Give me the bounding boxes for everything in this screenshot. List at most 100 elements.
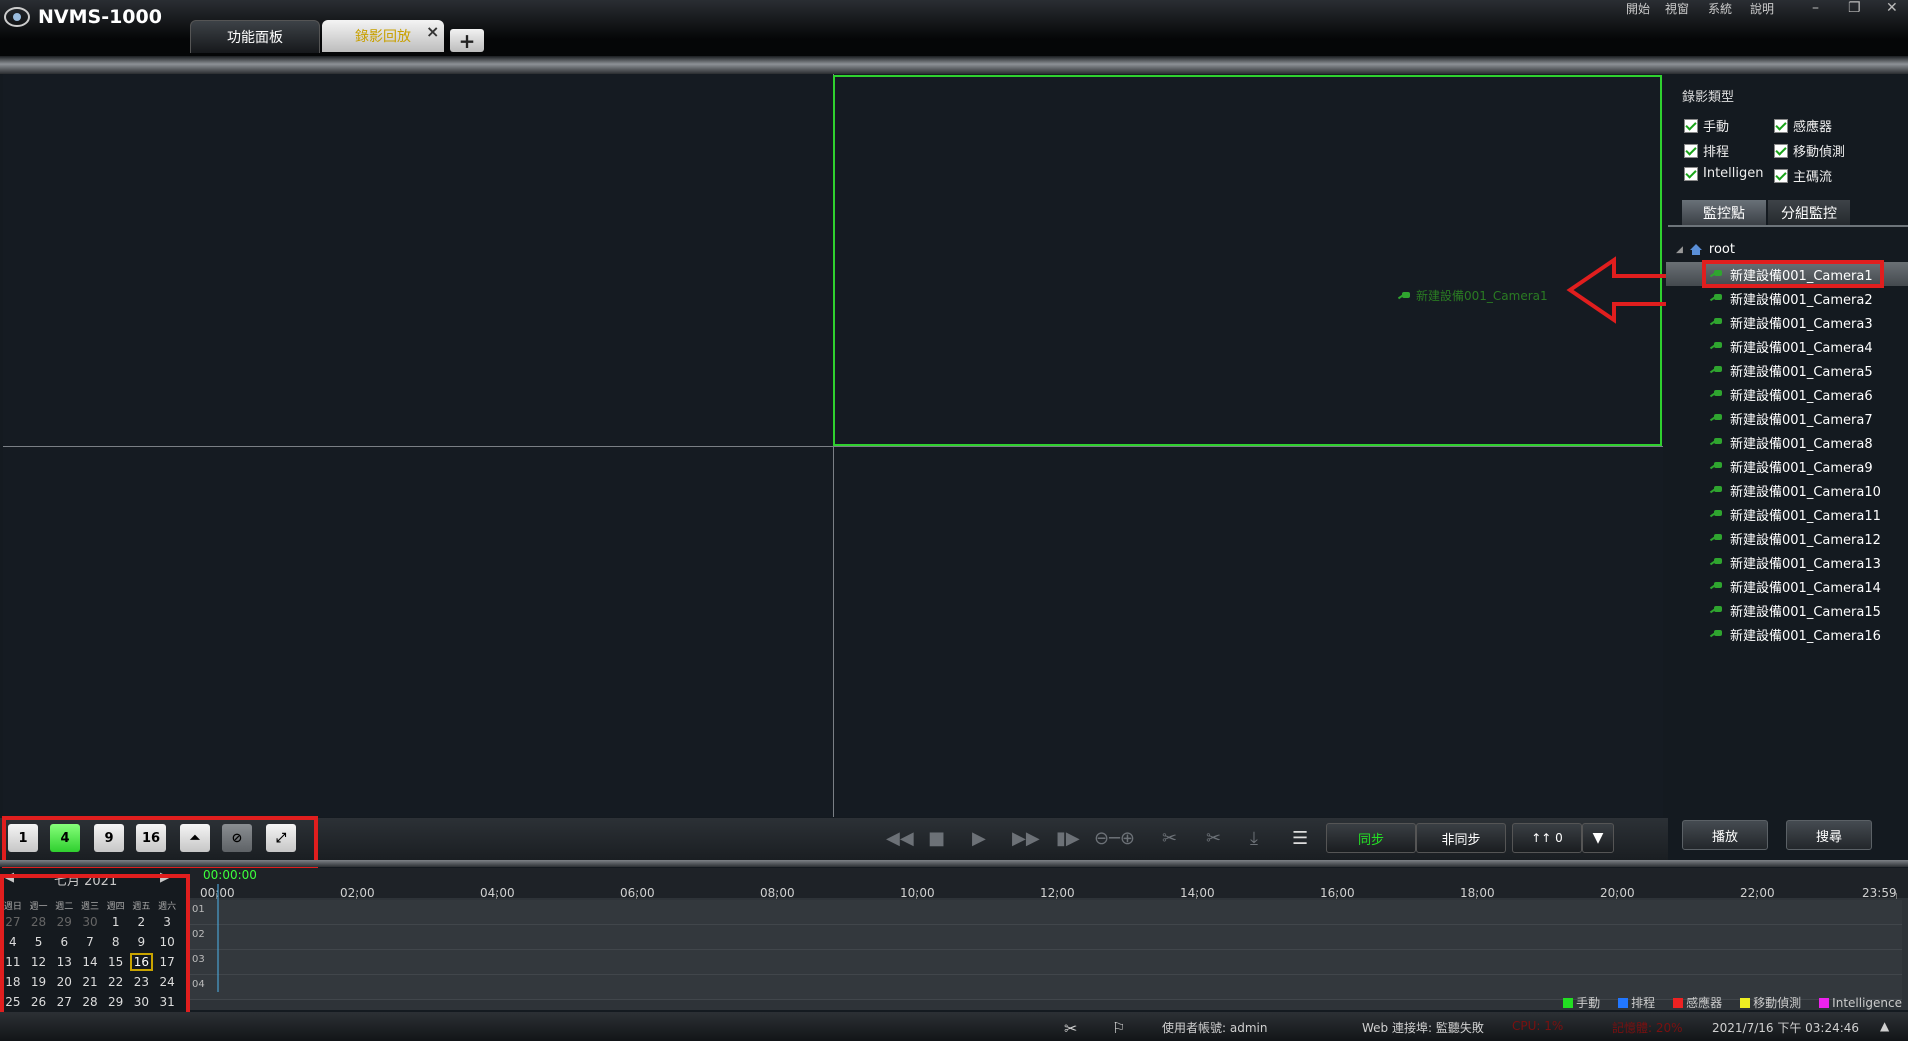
- chevron-down-icon[interactable]: ▼: [1582, 823, 1614, 853]
- camera-icon: [1710, 605, 1722, 615]
- camera-list-item[interactable]: 新建設備001_Camera11: [1666, 502, 1908, 526]
- time-tick-label: 06:00: [620, 886, 655, 900]
- legend-label: Intelligence: [1832, 995, 1902, 1010]
- download-icon[interactable]: ⤓: [1250, 828, 1258, 849]
- tab-group-monitor[interactable]: 分組監控: [1768, 200, 1850, 225]
- collapse-triangle-icon[interactable]: ◢: [1676, 245, 1683, 255]
- time-tick: [1476, 893, 1477, 899]
- legend-label: 排程: [1631, 996, 1656, 1010]
- video-window-2-selected[interactable]: [833, 75, 1662, 446]
- camera-list-item[interactable]: 新建設備001_Camera15: [1666, 598, 1908, 622]
- camera-label: 新建設備001_Camera14: [1730, 580, 1881, 596]
- camera-label: 新建設備001_Camera15: [1730, 604, 1881, 620]
- home-icon: [1689, 244, 1702, 255]
- checkbox-checked-icon[interactable]: [1774, 168, 1788, 183]
- frame-back-icon[interactable]: ◀◀: [886, 828, 914, 849]
- expand-up-icon[interactable]: ▲: [1880, 1019, 1889, 1033]
- restore-icon[interactable]: ❐: [1848, 0, 1861, 16]
- camera-list-item[interactable]: 新建設備001_Camera10: [1666, 478, 1908, 502]
- tab-close-icon[interactable]: ×: [426, 22, 439, 41]
- list-icon[interactable]: ☰: [1292, 828, 1308, 849]
- legend-swatch: [1673, 997, 1684, 1008]
- tools-icon[interactable]: ✂: [1064, 1019, 1077, 1038]
- camera-list-item[interactable]: 新建設備001_Camera16: [1666, 622, 1908, 646]
- speed-button[interactable]: ↑↑ 0: [1512, 823, 1582, 853]
- menu-system[interactable]: 系統: [1708, 0, 1732, 17]
- checkbox-intelligent[interactable]: Intelligen: [1684, 166, 1764, 181]
- time-tick: [496, 893, 497, 899]
- app-logo-icon: [4, 7, 30, 27]
- clip-start-icon[interactable]: ✂: [1162, 828, 1177, 849]
- checkbox-checked-icon[interactable]: [1684, 166, 1698, 181]
- timeline-row[interactable]: [190, 925, 1902, 950]
- tab-function-panel[interactable]: 功能面板: [190, 20, 320, 53]
- speed-slider-icon[interactable]: ⊖─⊕: [1094, 828, 1135, 849]
- camera-icon: [1710, 557, 1722, 567]
- annotation-highlight-camera: [1702, 260, 1884, 288]
- alarm-icon[interactable]: ⚐: [1112, 1019, 1125, 1037]
- tree-root[interactable]: ◢ root: [1676, 242, 1735, 257]
- search-button[interactable]: 搜尋: [1786, 820, 1872, 850]
- timeline-row[interactable]: [190, 900, 1902, 925]
- time-tick: [636, 893, 637, 899]
- timeline-row[interactable]: [190, 950, 1902, 975]
- camera-list-item[interactable]: 新建設備001_Camera7: [1666, 406, 1908, 430]
- next-frame-icon[interactable]: ▮▶: [1056, 828, 1080, 849]
- camera-list-item[interactable]: 新建設備001_Camera6: [1666, 382, 1908, 406]
- menu-window[interactable]: 視窗: [1665, 0, 1689, 17]
- checkbox-main-stream[interactable]: 主碼流: [1774, 166, 1832, 185]
- camera-list-item[interactable]: 新建設備001_Camera4: [1666, 334, 1908, 358]
- timeline-separator: [0, 860, 1908, 867]
- camera-label: 新建設備001_Camera2: [1730, 292, 1873, 308]
- menu-start[interactable]: 開始: [1626, 0, 1650, 17]
- app-title: NVMS-1000: [38, 6, 162, 28]
- camera-icon: [1710, 341, 1722, 351]
- checkbox-checked-icon[interactable]: [1774, 143, 1788, 158]
- checkbox-manual[interactable]: 手動: [1684, 116, 1729, 135]
- camera-list-item[interactable]: 新建設備001_Camera13: [1666, 550, 1908, 574]
- clip-icon[interactable]: ✂: [1206, 828, 1221, 849]
- checkbox-checked-icon[interactable]: [1684, 118, 1698, 133]
- camera-list-item[interactable]: 新建設備001_Camera5: [1666, 358, 1908, 382]
- sync-button[interactable]: 同步: [1326, 823, 1416, 853]
- close-icon[interactable]: ✕: [1886, 0, 1898, 16]
- video-window-3[interactable]: [3, 447, 833, 817]
- checkbox-schedule[interactable]: 排程: [1684, 141, 1729, 160]
- tab-monitor-points[interactable]: 監控點: [1682, 200, 1766, 225]
- legend-item: 感應器: [1673, 994, 1722, 1011]
- stop-icon[interactable]: ■: [928, 828, 945, 849]
- legend-item: 手動: [1563, 994, 1600, 1011]
- add-tab-button[interactable]: +: [450, 29, 484, 52]
- legend-swatch: [1819, 997, 1830, 1008]
- checkbox-checked-icon[interactable]: [1774, 118, 1788, 133]
- camera-list-item[interactable]: 新建設備001_Camera2: [1666, 286, 1908, 310]
- checkbox-sensor[interactable]: 感應器: [1774, 116, 1832, 135]
- legend-label: 手動: [1576, 996, 1601, 1010]
- async-button[interactable]: 非同步: [1416, 823, 1506, 853]
- camera-icon: [1710, 485, 1722, 495]
- checkbox-motion[interactable]: 移動偵測: [1774, 141, 1845, 160]
- camera-list-item[interactable]: 新建設備001_Camera12: [1666, 526, 1908, 550]
- time-tick: [776, 893, 777, 899]
- checkbox-checked-icon[interactable]: [1684, 143, 1698, 158]
- play-icon[interactable]: ▶: [972, 828, 986, 849]
- menu-help[interactable]: 說明: [1750, 0, 1774, 17]
- legend-item: 排程: [1618, 994, 1655, 1011]
- camera-list-item[interactable]: 新建設備001_Camera8: [1666, 430, 1908, 454]
- video-window-1[interactable]: [3, 74, 833, 446]
- time-tick: [1056, 893, 1057, 899]
- camera-list-item[interactable]: 新建設備001_Camera3: [1666, 310, 1908, 334]
- camera-label: 新建設備001_Camera3: [1730, 316, 1873, 332]
- minimize-icon[interactable]: –: [1812, 0, 1819, 16]
- time-tick: [1756, 893, 1757, 899]
- play-button[interactable]: 播放: [1682, 820, 1768, 850]
- camera-list-item[interactable]: 新建設備001_Camera14: [1666, 574, 1908, 598]
- camera-label: 新建設備001_Camera12: [1730, 532, 1881, 548]
- fast-forward-icon[interactable]: ▶▶: [1012, 828, 1040, 849]
- timeline-cursor[interactable]: [217, 884, 219, 992]
- camera-list-item[interactable]: 新建設備001_Camera9: [1666, 454, 1908, 478]
- video-window-4[interactable]: [834, 447, 1663, 817]
- camera-label: 新建設備001_Camera7: [1730, 412, 1873, 428]
- camera-label: 新建設備001_Camera13: [1730, 556, 1881, 572]
- camera-label: 新建設備001_Camera9: [1730, 460, 1873, 476]
